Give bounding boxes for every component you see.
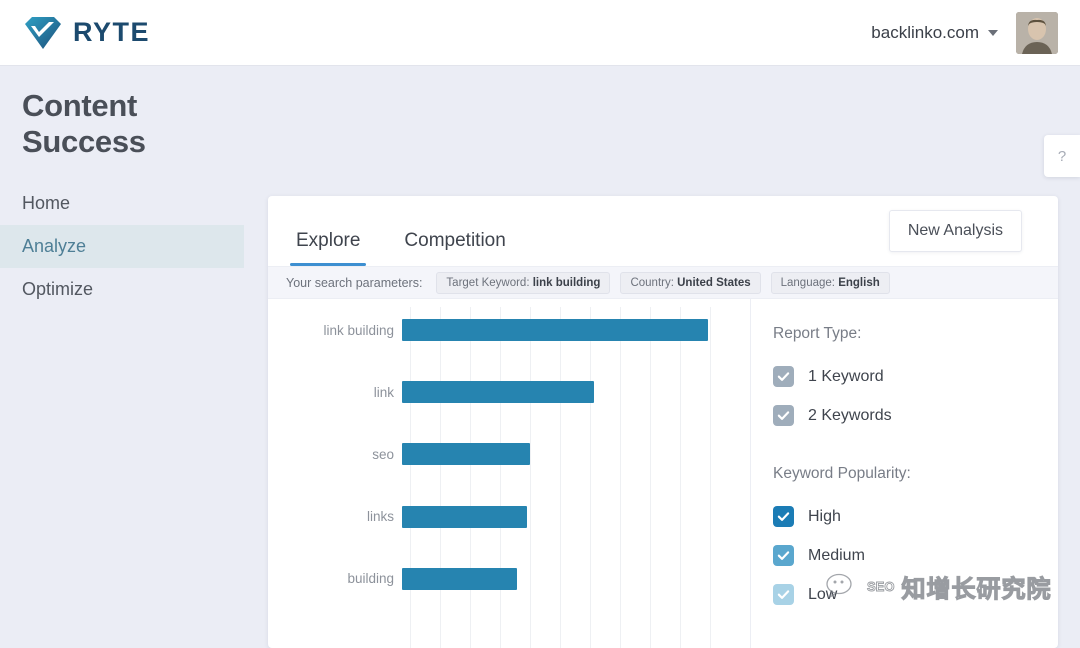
chart-bar-track (402, 311, 739, 349)
sidebar-item-optimize[interactable]: Optimize (0, 268, 244, 311)
checkbox-label: 2 Keywords (808, 406, 892, 424)
checkbox-icon[interactable] (773, 366, 794, 387)
checkbox-icon[interactable] (773, 506, 794, 527)
chart-bar-label: link building (323, 322, 394, 338)
param-key: Country: (630, 276, 674, 289)
chart-plot-area: link building link seo links building (268, 299, 750, 648)
param-chip-target-keyword[interactable]: Target Keyword: link building (436, 271, 611, 294)
new-analysis-label: New Analysis (907, 222, 1003, 239)
search-parameters-label: Your search parameters: (286, 275, 423, 290)
sidebar-item-label: Optimize (22, 279, 94, 299)
keyword-popularity-heading: Keyword Popularity: (773, 465, 911, 482)
chart-bar-label: links (366, 509, 394, 525)
chart-bar-row[interactable]: link (268, 373, 739, 411)
keyword-popularity-list: High Medium Low (773, 497, 1058, 614)
checkbox-label: Low (808, 585, 838, 603)
logo-text: RYTE (73, 17, 151, 47)
popularity-option-medium[interactable]: Medium (773, 536, 1058, 575)
chart-bar-label: seo (372, 446, 394, 462)
chevron-down-icon (988, 29, 998, 36)
checkbox-label: High (808, 507, 841, 525)
chart-bar-row[interactable]: building (268, 560, 739, 598)
sidebar-nav: Home Analyze Optimize (0, 182, 244, 311)
report-type-option-1-keyword[interactable]: 1 Keyword (773, 357, 1058, 396)
sidebar-item-analyze[interactable]: Analyze (0, 225, 244, 268)
question-mark-icon: ? (1057, 147, 1067, 165)
top-bar-right: backlinko.com (871, 11, 1058, 54)
analysis-card: Explore Competition New Analysis Your se… (268, 196, 1058, 648)
report-type-heading: Report Type: (773, 325, 862, 342)
chart-bar-label: link (373, 384, 394, 400)
keyword-bar-chart: link building link seo links building (268, 299, 751, 648)
checkbox-icon[interactable] (773, 405, 794, 426)
chart-bar-row[interactable]: seo (268, 435, 739, 473)
domain-selector[interactable]: backlinko.com (871, 23, 998, 43)
chart-bar-track (402, 560, 739, 598)
chart-bar-track (402, 373, 739, 411)
chart-bar-track (402, 435, 739, 473)
help-button[interactable]: ? (1044, 135, 1080, 177)
filters-panel: Report Type: 1 Keyword 2 Keywords Keyword… (751, 299, 1058, 648)
chart-bar-row[interactable]: links (268, 498, 739, 536)
ryte-diamond-check-logo-icon (25, 16, 61, 49)
param-key: Target Keyword: (446, 276, 530, 289)
tab-label: Competition (404, 230, 506, 251)
chart-bar[interactable] (402, 505, 528, 528)
sidebar-item-label: Home (22, 193, 71, 213)
avatar[interactable] (1016, 11, 1058, 54)
checkbox-icon[interactable] (773, 545, 794, 566)
sidebar: Content Success Home Analyze Optimize (0, 66, 244, 636)
checkbox-label: 1 Keyword (808, 367, 884, 385)
search-parameters-bar: Your search parameters: Target Keyword: … (268, 266, 1058, 299)
tab-label: Explore (296, 230, 361, 251)
param-value: United States (677, 276, 751, 289)
chart-bar[interactable] (402, 319, 709, 341)
checkbox-label: Medium (808, 546, 865, 564)
param-value: English (838, 276, 880, 289)
chart-bar-row[interactable]: link building (268, 311, 739, 349)
sidebar-item-label: Analyze (22, 236, 87, 256)
chart-bar[interactable] (402, 381, 595, 404)
param-chip-country[interactable]: Country: United States (620, 271, 761, 294)
chart-bar[interactable] (402, 567, 518, 590)
tab-explore[interactable]: Explore (290, 230, 367, 266)
report-type-option-2-keywords[interactable]: 2 Keywords (773, 396, 1058, 435)
chart-bar-track (402, 498, 739, 536)
domain-label: backlinko.com (871, 22, 979, 42)
popularity-option-high[interactable]: High (773, 497, 1058, 536)
tab-bar: Explore Competition New Analysis (268, 196, 1058, 266)
param-chip-language[interactable]: Language: English (770, 271, 890, 294)
tab-competition[interactable]: Competition (398, 230, 511, 266)
chart-bar[interactable] (402, 443, 531, 466)
app-logo[interactable]: RYTE (22, 14, 150, 52)
sidebar-item-home[interactable]: Home (0, 182, 244, 225)
new-analysis-button[interactable]: New Analysis (888, 210, 1022, 252)
chart-bar-label: building (347, 571, 394, 587)
popularity-option-low[interactable]: Low (773, 575, 1058, 614)
checkbox-icon[interactable] (773, 584, 794, 605)
card-body: link building link seo links building Report… (268, 299, 1058, 648)
param-value: link building (532, 276, 601, 289)
param-key: Language: (780, 276, 835, 289)
top-bar: RYTE backlinko.com (0, 0, 1080, 66)
report-type-list: 1 Keyword 2 Keywords (773, 357, 1058, 435)
page-title: Content Success (22, 88, 146, 159)
